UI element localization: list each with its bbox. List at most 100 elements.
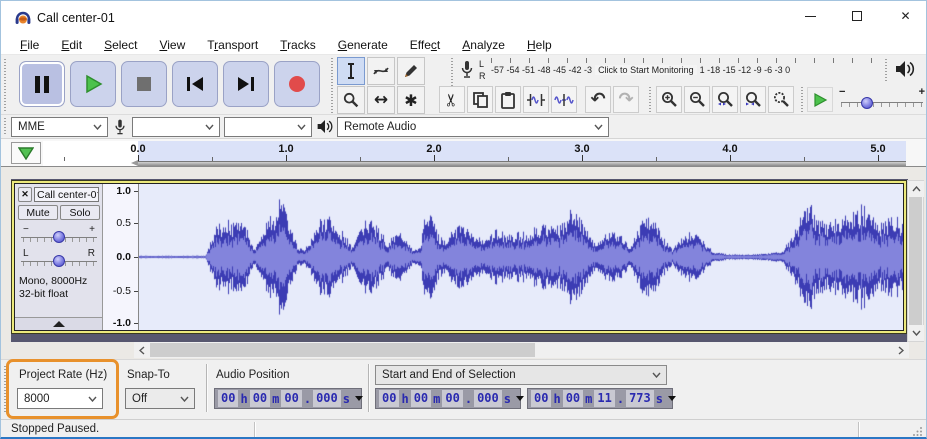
menu-edit[interactable]: Edit [50,38,93,52]
transport-toolbar-grip[interactable] [4,59,6,111]
copy-button[interactable] [467,86,493,113]
track-collapse-button[interactable] [15,317,102,330]
scroll-left-button[interactable] [134,342,150,358]
playback-meter-grip[interactable] [885,59,887,83]
playback-speed-slider[interactable]: − + [839,86,925,112]
playback-meter[interactable] [894,59,916,84]
menu-analyze[interactable]: Analyze [451,38,516,52]
menu-file[interactable]: File [9,38,50,52]
zoom-tool-button[interactable] [337,86,365,114]
stop-icon [137,77,151,91]
waveform-canvas[interactable] [139,184,903,330]
quickplay-bar[interactable] [138,161,906,166]
gain-slider[interactable]: − + [21,224,97,246]
recording-device-dropdown[interactable] [132,117,220,137]
redo-button[interactable]: ↷ [613,86,639,113]
play-button[interactable] [70,61,116,107]
timeline-pin-button[interactable] [11,142,41,164]
menu-generate[interactable]: Generate [327,38,399,52]
scroll-up-button[interactable] [908,181,924,197]
multi-tool-button[interactable]: ✱ [397,86,425,114]
record-button[interactable] [274,61,320,107]
timeshift-tool-button[interactable]: ↔ [367,86,395,114]
vertical-ruler[interactable]: 1.0 0.5 0.0 -0.5 -1.0 [103,184,139,330]
timefield-dropdown-icon[interactable] [668,396,676,401]
stop-button[interactable] [121,61,167,107]
menu-help[interactable]: Help [516,38,563,52]
recording-meter[interactable]: L R -57 -54 -51 -48 -45 -42 -3 Click to … [457,57,877,84]
scroll-right-button[interactable] [893,342,909,358]
vertical-scroll-thumb[interactable] [909,197,922,325]
timeline-ruler[interactable]: 0.0 1.0 2.0 3.0 4.0 5.0 [43,141,906,166]
tools-toolbar-grip[interactable] [331,58,333,113]
draw-tool-button[interactable] [397,57,425,85]
undo-button[interactable]: ↶ [585,86,611,113]
quickplay-arrow-icon [131,160,138,166]
meter-scale: -57 -54 -51 -48 -45 -42 -3 Click to Star… [491,65,875,75]
zoom-toggle-button[interactable] [768,86,794,113]
record-icon [289,76,305,92]
track-close-button[interactable]: ✕ [18,187,32,202]
pause-button[interactable] [19,61,65,107]
timeline-selection-region [138,141,906,161]
zoom-out-button[interactable] [684,86,710,113]
play-at-speed-grip[interactable] [801,87,803,112]
recording-channels-dropdown[interactable] [224,117,312,137]
device-toolbar-grip[interactable] [4,118,6,136]
trim-audio-button[interactable] [523,86,549,113]
selection-toolbar-grip[interactable] [4,366,6,414]
vruler-label: 0.5 [116,217,131,229]
horizontal-scrollbar[interactable] [134,342,909,358]
snap-to-dropdown[interactable]: Off [125,388,195,409]
track-menu-button[interactable]: Call center-0 [34,187,99,202]
timefield-dropdown-icon[interactable] [355,396,363,401]
maximize-button[interactable] [834,1,879,31]
menu-select[interactable]: Select [93,38,148,52]
solo-button[interactable]: Solo [60,205,100,220]
resize-grip-icon[interactable] [913,426,923,436]
skip-to-start-button[interactable] [172,61,218,107]
minimize-button[interactable] [788,1,833,31]
audio-position-field[interactable]: 00h 00m 00. 000s [214,388,362,409]
selection-mode-dropdown[interactable]: Start and End of Selection [375,365,667,385]
zoom-in-button[interactable] [656,86,682,113]
silence-audio-button[interactable] [551,86,577,113]
menu-transport[interactable]: Transport [196,38,269,52]
project-rate-dropdown[interactable]: 8000 [17,388,103,409]
speed-slider-thumb[interactable] [861,97,873,109]
ibeam-icon [344,63,358,79]
playback-device-dropdown[interactable]: Remote Audio [337,117,609,137]
mute-button[interactable]: Mute [18,205,58,220]
zoom-out-icon [689,91,706,108]
selection-start-field[interactable]: 00h 00m 00. 000s [375,388,521,409]
title-bar: Call center-01 ✕ [1,1,926,35]
envelope-tool-button[interactable] [367,57,395,85]
timefield-dropdown-icon[interactable] [516,396,524,401]
window-title: Call center-01 [37,11,115,25]
scroll-down-button[interactable] [908,325,924,341]
paste-button[interactable] [495,86,521,113]
close-button[interactable]: ✕ [883,1,927,31]
selection-end-field[interactable]: 00h 00m 11. 773s [527,388,673,409]
horizontal-scroll-thumb[interactable] [150,343,535,357]
pan-thumb[interactable] [53,255,65,267]
menu-view[interactable]: View [148,38,196,52]
zoom-selection-button[interactable] [712,86,738,113]
track-control-panel: ✕ Call center-0 Mute Solo − + [15,184,103,330]
fit-project-button[interactable] [740,86,766,113]
skip-to-end-button[interactable] [223,61,269,107]
selection-tool-button[interactable] [337,57,365,85]
chevron-right-icon [898,346,904,355]
play-at-speed-button[interactable] [807,87,833,112]
audio-host-dropdown[interactable]: MME [11,117,108,137]
cut-button[interactable]: ✂ [439,86,465,113]
status-bar: Stopped Paused. [1,419,926,438]
vertical-scrollbar[interactable] [907,180,924,342]
gain-thumb[interactable] [53,231,65,243]
waveform-area[interactable] [139,184,903,330]
menu-effect[interactable]: Effect [399,38,451,52]
pan-slider[interactable]: L R [21,248,97,270]
monitoring-hint[interactable]: Click to Start Monitoring [595,65,697,75]
zoom-toolbar-grip[interactable] [649,87,651,112]
menu-tracks[interactable]: Tracks [269,38,327,52]
